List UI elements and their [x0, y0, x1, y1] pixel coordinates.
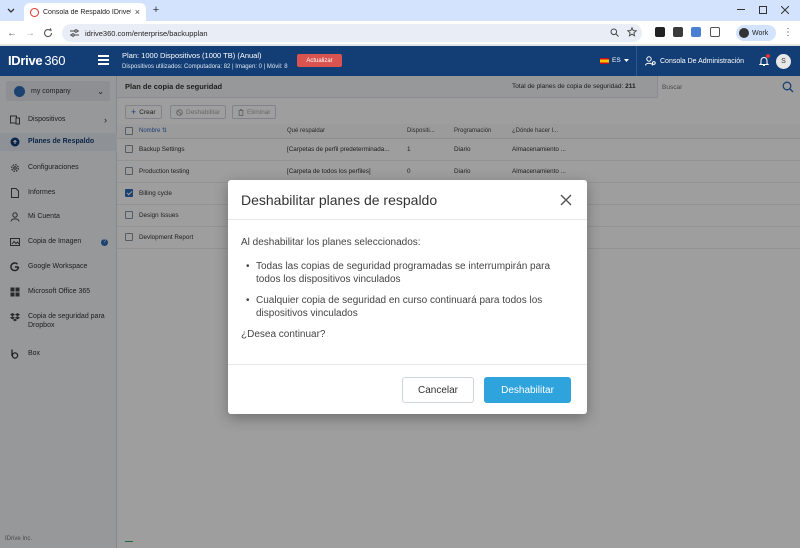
- hamburger-menu-icon[interactable]: [98, 55, 109, 65]
- disable-plans-dialog: Deshabilitar planes de respaldo Al desha…: [228, 180, 587, 414]
- upgrade-button[interactable]: Actualizar: [297, 54, 342, 67]
- profile-avatar-icon: [739, 28, 749, 38]
- browser-menu-icon[interactable]: ⋮: [783, 28, 793, 38]
- profile-chip[interactable]: Work: [736, 25, 776, 41]
- language-selector[interactable]: ES: [600, 57, 629, 64]
- extension-1-icon[interactable]: [655, 27, 665, 37]
- forward-icon[interactable]: →: [24, 27, 36, 39]
- close-icon[interactable]: [559, 193, 573, 207]
- dialog-bullet: Todas las copias de seguridad programada…: [241, 260, 576, 286]
- close-window-icon[interactable]: [778, 4, 792, 16]
- dialog-question: ¿Desea continuar?: [241, 329, 326, 340]
- notification-dot: [766, 54, 770, 58]
- back-icon[interactable]: ←: [6, 27, 18, 39]
- dialog-footer: Cancelar Deshabilitar: [228, 364, 587, 414]
- dialog-intro: Al deshabilitar los planes seleccionados…: [241, 237, 421, 248]
- browser-tab-bar: Consola de Respaldo IDrive® 3 × +: [0, 0, 800, 21]
- tab-close-icon[interactable]: ×: [135, 7, 140, 17]
- plan-info: Plan: 1000 Dispositivos (1000 TB) (Anual…: [122, 51, 288, 70]
- confirm-disable-button[interactable]: Deshabilitar: [484, 377, 571, 403]
- url-text: idrive360.com/enterprise/backupplan: [85, 28, 208, 38]
- chevron-down-icon: [623, 58, 629, 62]
- zoom-icon[interactable]: [608, 26, 620, 38]
- dialog-header: Deshabilitar planes de respaldo: [228, 180, 587, 220]
- plan-title: Plan: 1000 Dispositivos (1000 TB) (Anual…: [122, 51, 262, 60]
- reload-icon[interactable]: [42, 27, 54, 39]
- admin-console-link[interactable]: Consola De Administración: [636, 46, 750, 76]
- admin-user-icon: [645, 56, 656, 66]
- language-code: ES: [612, 57, 621, 64]
- cancel-button[interactable]: Cancelar: [402, 377, 474, 403]
- logo-number: 360: [44, 53, 66, 68]
- idrive-logo[interactable]: IDrive 360: [8, 53, 65, 68]
- extension-3-icon[interactable]: [691, 27, 701, 37]
- new-tab-icon[interactable]: +: [150, 4, 162, 16]
- browser-tab[interactable]: Consola de Respaldo IDrive® 3 ×: [24, 3, 146, 21]
- extension-2-icon[interactable]: [673, 27, 683, 37]
- profile-label: Work: [752, 29, 769, 37]
- bookmark-star-icon[interactable]: [626, 26, 638, 38]
- admin-label: Consola De Administración: [660, 57, 745, 65]
- dialog-body: Al deshabilitar los planes seleccionados…: [241, 236, 576, 341]
- user-avatar[interactable]: S: [776, 54, 791, 69]
- minimize-icon[interactable]: [734, 4, 748, 16]
- spain-flag-icon: [600, 57, 609, 64]
- site-settings-icon[interactable]: [70, 29, 79, 37]
- plan-usage: Dispositivos utilizados: Computadora: 82…: [122, 64, 288, 70]
- dialog-bullet: Cualquier copia de seguridad en curso co…: [241, 294, 576, 320]
- logo-text: IDrive: [8, 53, 43, 68]
- app-header: IDrive 360 Plan: 1000 Dispositivos (1000 …: [0, 46, 800, 76]
- maximize-icon[interactable]: [756, 4, 770, 16]
- extensions-puzzle-icon[interactable]: [710, 27, 720, 37]
- tab-list-chevron-icon[interactable]: [4, 4, 18, 18]
- dialog-bullet-list: Todas las copias de seguridad programada…: [241, 260, 576, 320]
- dialog-title: Deshabilitar planes de respaldo: [241, 192, 438, 208]
- tab-title: Consola de Respaldo IDrive® 3: [43, 8, 131, 16]
- address-bar[interactable]: idrive360.com/enterprise/backupplan: [62, 24, 642, 42]
- idrive-favicon-icon: [30, 7, 39, 17]
